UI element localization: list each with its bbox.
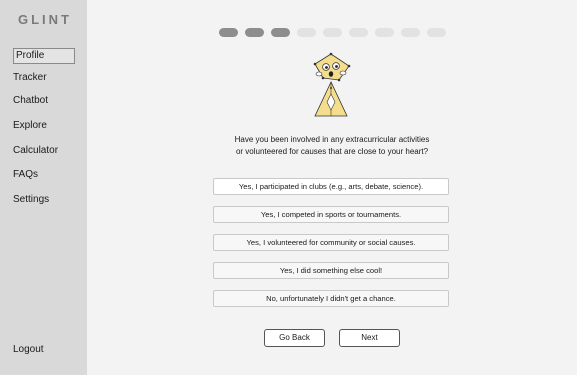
option-volunteer[interactable]: Yes, I volunteered for community or soci… (213, 234, 449, 251)
go-back-button[interactable]: Go Back (264, 329, 325, 347)
logout-link[interactable]: Logout (13, 343, 44, 357)
progress-step (349, 28, 368, 37)
main-panel: Have you been involved in any extracurri… (87, 0, 577, 375)
progress-step (245, 28, 264, 37)
progress-step (323, 28, 342, 37)
question-line-2: or volunteered for causes that are close… (235, 147, 429, 156)
option-no[interactable]: No, unfortunately I didn't get a chance. (213, 290, 449, 307)
sidebar: GLINT Profile Tracker Chatbot Explore Ca… (0, 0, 87, 375)
next-button[interactable]: Next (339, 329, 400, 347)
sidebar-item-faqs[interactable]: FAQs (13, 168, 38, 182)
progress-step (427, 28, 446, 37)
progress-step (297, 28, 316, 37)
brand-logo: GLINT (18, 12, 72, 27)
sidebar-item-calculator[interactable]: Calculator (13, 144, 58, 158)
sidebar-item-explore[interactable]: Explore (13, 119, 47, 133)
progress-step (401, 28, 420, 37)
progress-step (271, 28, 290, 37)
question-line-1: Have you been involved in any extracurri… (234, 135, 430, 144)
progress-steps (219, 28, 446, 37)
progress-step (375, 28, 394, 37)
option-something-else[interactable]: Yes, I did something else cool! (213, 262, 449, 279)
sidebar-item-chatbot[interactable]: Chatbot (13, 94, 48, 108)
mascot-illustration (313, 52, 351, 117)
progress-step (219, 28, 238, 37)
sidebar-item-tracker[interactable]: Tracker (13, 71, 47, 85)
option-clubs[interactable]: Yes, I participated in clubs (e.g., arts… (213, 178, 449, 195)
option-sports[interactable]: Yes, I competed in sports or tournaments… (213, 206, 449, 223)
question-text: Have you been involved in any extracurri… (207, 134, 457, 158)
sidebar-item-profile[interactable]: Profile (13, 48, 75, 64)
sidebar-item-settings[interactable]: Settings (13, 193, 49, 207)
